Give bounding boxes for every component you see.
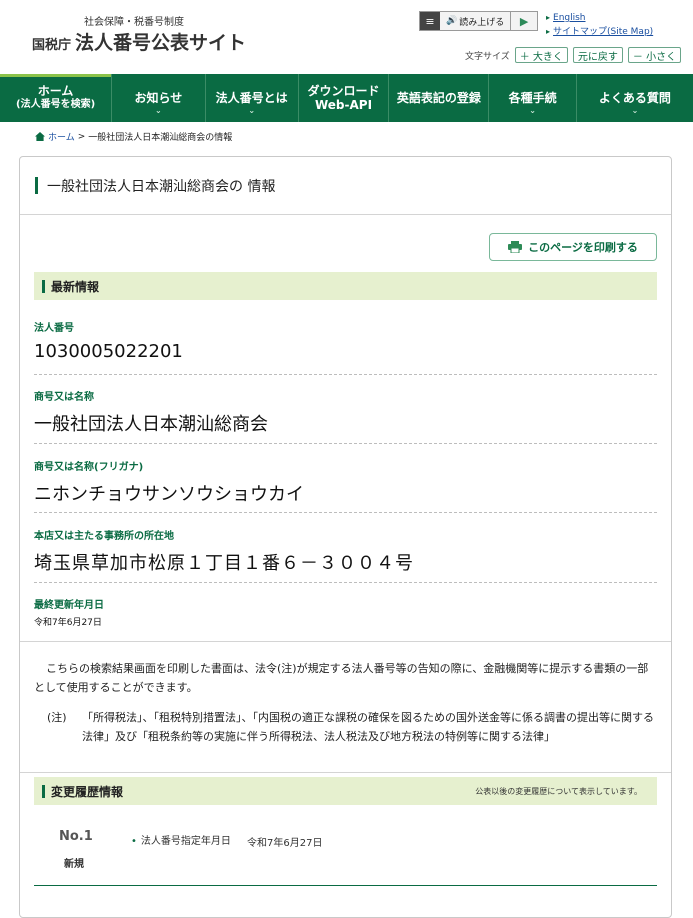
site-header: 社会保障・税番号制度 国税庁法人番号公表サイト ≡ 🔊 読み上げる ▶ Engl…: [0, 0, 693, 74]
logo-subtitle: 社会保障・税番号制度: [84, 17, 184, 28]
read-aloud-button[interactable]: 🔊 読み上げる: [440, 12, 512, 30]
logo-agency: 国税庁: [32, 38, 72, 53]
updated-value: 令和7年6月27日: [34, 618, 102, 628]
address-label: 本店又は主たる事務所の所在地: [34, 531, 174, 542]
logo-site-name: 法人番号公表サイト: [75, 32, 247, 54]
print-notice: こちらの検索結果画面を印刷した書面は、法令(注)が規定する法人番号等の告知の際に…: [20, 641, 671, 773]
sitemap-link[interactable]: サイトマップ(Site Map): [553, 27, 653, 37]
corp-name-value: 一般社団法人日本潮汕総商会: [34, 414, 268, 435]
chevron-down-icon: ⌄: [154, 106, 162, 115]
address-field: 本店又は主たる事務所の所在地 埼玉県草加市松原１丁目１番６－３００４号: [34, 527, 657, 583]
global-nav: ホーム (法人番号を検索) お知らせ ⌄ 法人番号とは ⌄ ダウンロード Web…: [0, 74, 693, 122]
nav-about[interactable]: 法人番号とは ⌄: [206, 74, 299, 122]
latest-info-heading: 最新情報: [34, 272, 657, 300]
top-links: English サイトマップ(Site Map): [546, 11, 653, 39]
nav-download[interactable]: ダウンロード Web-API: [299, 74, 390, 122]
nav-news-label: お知らせ: [134, 91, 183, 105]
corporation-info-panel: 一般社団法人日本潮汕総商会の 情報 このページを印刷する 最新情報 法人番号 1…: [19, 156, 672, 918]
furigana-field: 商号又は名称(フリガナ) ニホンチョウサンソウショウカイ: [34, 458, 657, 513]
notice-note-text: 「所得税法」、「租税特別措置法」、「内国税の適正な課税の確保を図るための国外送金…: [82, 711, 654, 743]
site-logo[interactable]: 国税庁 法人番号公表サイト: [32, 28, 246, 55]
history-entry-number: No.1: [59, 829, 93, 844]
nav-english-registration[interactable]: 英語表記の登録: [389, 74, 490, 122]
breadcrumb-current: 一般社団法人日本潮汕総商会の情報: [88, 133, 233, 143]
home-icon: [35, 132, 45, 141]
section-accent-bar: [42, 279, 45, 293]
chevron-down-icon: ⌄: [248, 106, 256, 115]
history-label: 変更履歴情報: [51, 784, 124, 799]
nav-about-label: 法人番号とは: [215, 91, 288, 105]
font-larger-button[interactable]: ＋ 大きく: [514, 47, 568, 63]
nav-home[interactable]: ホーム (法人番号を検索): [0, 74, 113, 122]
english-link[interactable]: English: [553, 13, 586, 23]
nav-english-label: 英語表記の登録: [396, 91, 481, 105]
font-reset-button[interactable]: 元に戻す: [572, 47, 623, 63]
nav-home-sublabel: (法人番号を検索): [16, 99, 96, 110]
breadcrumb-home-link[interactable]: ホーム: [48, 130, 75, 143]
speech-reader: ≡ 🔊 読み上げる ▶: [419, 11, 538, 31]
breadcrumb-separator: >: [77, 131, 86, 142]
read-aloud-label: 読み上げる: [459, 17, 505, 28]
corp-number-field: 法人番号 1030005022201: [34, 319, 657, 375]
font-smaller-button[interactable]: － 小さく: [627, 47, 682, 63]
nav-procedures-label: 各種手続: [508, 91, 557, 105]
updated-label: 最終更新年月日: [34, 600, 104, 611]
nav-download-label: ダウンロード: [307, 84, 380, 98]
nav-home-label: ホーム: [37, 84, 74, 98]
history-note: 公表以後の変更履歴について表示しています。: [475, 786, 642, 796]
corp-name-label: 商号又は名称: [34, 392, 94, 403]
history-entry-kind: 新規: [64, 859, 84, 870]
print-page-label: このページを印刷する: [528, 241, 638, 254]
printer-icon: [508, 241, 523, 253]
chevron-down-icon: ⌄: [529, 106, 536, 115]
speaker-icon: 🔊: [446, 16, 458, 26]
play-icon[interactable]: ▶: [511, 15, 537, 28]
page-title-bar: 一般社団法人日本潮汕総商会の 情報: [20, 157, 671, 215]
corp-name-field: 商号又は名称 一般社団法人日本潮汕総商会: [34, 388, 657, 444]
history-heading: 変更履歴情報 公表以後の変更履歴について表示しています。: [34, 777, 657, 805]
chevron-down-icon: ⌄: [631, 106, 639, 115]
page-title: 一般社団法人日本潮汕総商会の 情報: [47, 179, 276, 195]
history-entry-item: 法人番号指定年月日: [131, 834, 231, 850]
nav-faq-label: よくある質問: [598, 91, 671, 105]
nav-download-sublabel: Web-API: [314, 98, 373, 112]
latest-info-label: 最新情報: [51, 279, 100, 294]
title-accent-bar: [35, 177, 38, 194]
corp-number-value: 1030005022201: [34, 341, 183, 362]
history-entry-date: 令和7年6月27日: [247, 838, 323, 849]
nav-procedures[interactable]: 各種手続 ⌄: [489, 74, 577, 122]
history-entry: No.1 新規 法人番号指定年月日 令和7年6月27日: [34, 823, 657, 886]
print-page-button[interactable]: このページを印刷する: [489, 233, 657, 261]
updated-field: 最終更新年月日 令和7年6月27日: [34, 596, 657, 636]
address-value: 埼玉県草加市松原１丁目１番６－３００４号: [34, 553, 414, 574]
furigana-label: 商号又は名称(フリガナ): [34, 462, 144, 473]
breadcrumb: ホーム > 一般社団法人日本潮汕総商会の情報: [35, 130, 232, 143]
section-accent-bar: [42, 784, 45, 798]
notice-paragraph: こちらの検索結果画面を印刷した書面は、法令(注)が規定する法人番号等の告知の際に…: [34, 662, 649, 694]
menu-icon[interactable]: ≡: [420, 12, 440, 30]
furigana-value: ニホンチョウサンソウショウカイ: [34, 484, 304, 505]
font-size-label: 文字サイズ: [465, 51, 510, 62]
notice-note-mark: (注): [47, 711, 67, 724]
nav-faq[interactable]: よくある質問 ⌄: [577, 74, 693, 122]
font-size-controls: 文字サイズ ＋ 大きく 元に戻す － 小さく: [465, 47, 682, 63]
nav-news[interactable]: お知らせ ⌄: [112, 74, 206, 122]
corp-number-label: 法人番号: [34, 323, 74, 334]
